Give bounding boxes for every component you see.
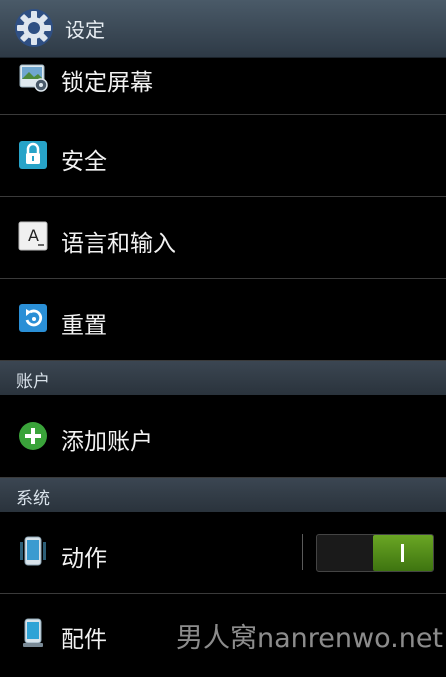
- toggle-on-knob: [373, 535, 433, 571]
- section-title: 账户: [16, 372, 50, 392]
- watermark-text: 男人窝nanrenwo.net: [176, 623, 444, 654]
- reset-icon: [19, 304, 47, 332]
- settings-item-label: 添加账户: [61, 429, 153, 455]
- toggle-on-indicator: [401, 544, 404, 562]
- toggle-divider: [302, 534, 303, 570]
- page-title: 设定: [65, 18, 105, 42]
- settings-item-label: 重置: [61, 313, 107, 339]
- title-bar: 设定: [0, 0, 446, 58]
- settings-item-label: 锁定屏幕: [61, 70, 153, 96]
- section-header-accounts: 账户: [0, 361, 446, 395]
- motion-toggle-switch[interactable]: [316, 534, 434, 572]
- gear-icon[interactable]: [14, 8, 54, 48]
- accessory-phone-icon: [23, 618, 43, 647]
- settings-item-lock-screen[interactable]: 锁定屏幕: [0, 57, 446, 115]
- section-title: 系统: [16, 489, 50, 509]
- settings-item-label: 配件: [61, 627, 107, 653]
- padlock-icon: [19, 141, 47, 169]
- settings-item-add-account[interactable]: 添加账户: [0, 395, 446, 478]
- settings-item-reset[interactable]: 重置: [0, 279, 446, 361]
- section-header-system: 系统: [0, 478, 446, 512]
- motion-phone-icon: [20, 536, 46, 566]
- settings-item-label: 安全: [61, 149, 107, 175]
- svg-text:A: A: [28, 226, 39, 245]
- settings-item-label: 语言和输入: [61, 231, 176, 257]
- language-icon: A: [18, 221, 48, 251]
- plus-circle-icon: [19, 422, 47, 450]
- settings-item-label: 动作: [61, 546, 107, 572]
- lock-screen-icon: [19, 64, 48, 92]
- settings-item-security[interactable]: 安全: [0, 115, 446, 197]
- settings-item-language-input[interactable]: A 语言和输入: [0, 197, 446, 279]
